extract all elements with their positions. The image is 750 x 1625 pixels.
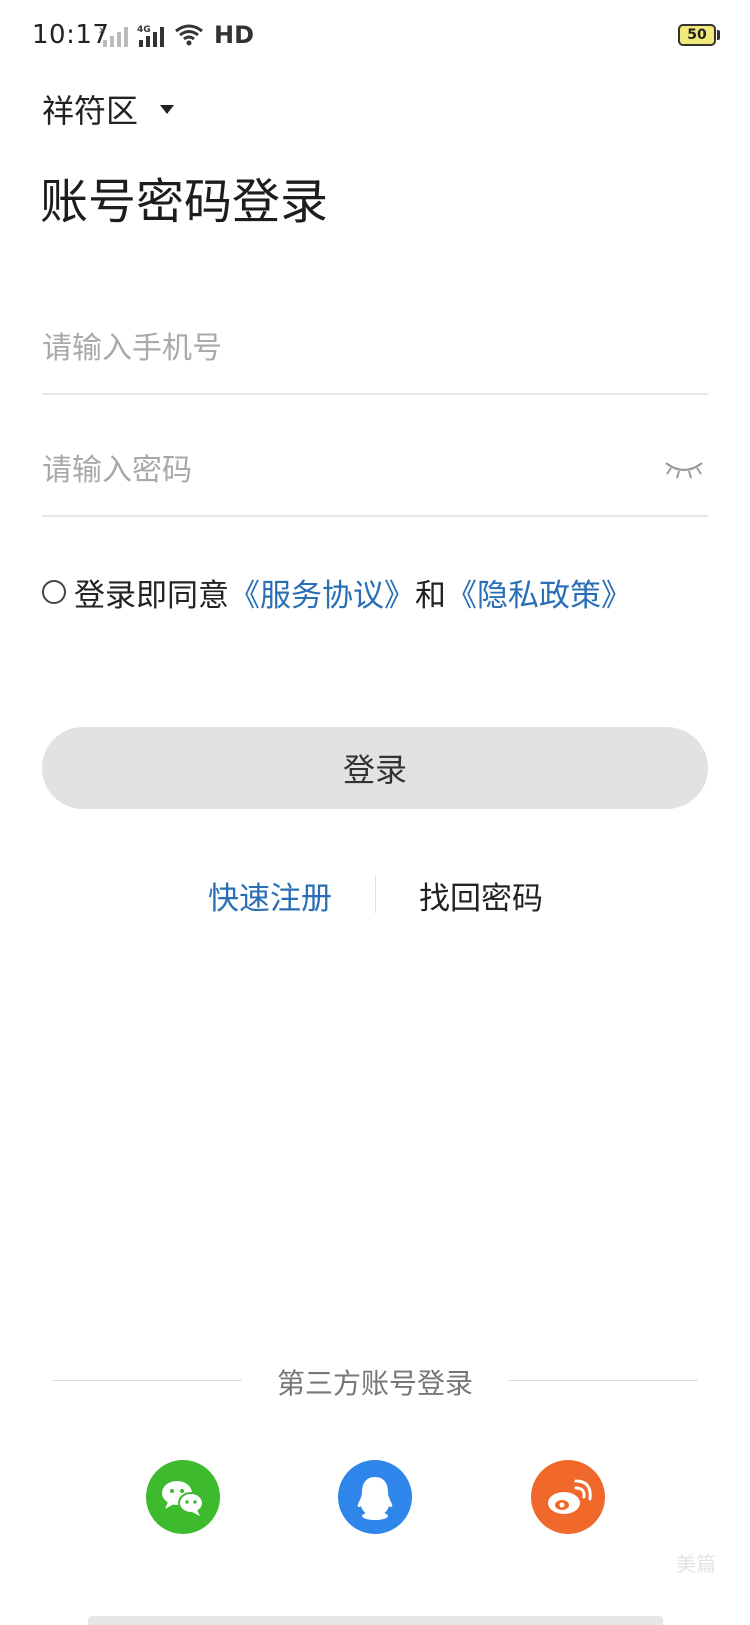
quick-register-link[interactable]: 快速注册 <box>208 873 332 918</box>
signal-1-icon: x <box>99 25 128 47</box>
links-divider <box>375 875 376 913</box>
hd-label: HD <box>214 21 255 49</box>
agreement-row: 登录即同意 《服务协议》 和 《隐私政策》 <box>42 570 632 614</box>
service-agreement-link[interactable]: 《服务协议》 <box>229 570 415 615</box>
watermark: 美篇 <box>676 1552 716 1576</box>
divider-right <box>508 1380 698 1381</box>
network-type-label: 4G <box>137 25 151 35</box>
forgot-password-link[interactable]: 找回密码 <box>419 873 543 918</box>
svg-text:x: x <box>99 25 105 36</box>
agreement-and: 和 <box>415 577 446 614</box>
battery-level: 50 <box>687 27 707 43</box>
status-time: 10:17 <box>32 20 110 50</box>
qq-login-button[interactable] <box>338 1460 412 1534</box>
phone-input[interactable] <box>42 305 622 391</box>
caret-down-icon <box>160 104 175 114</box>
eye-closed-icon[interactable] <box>662 457 706 481</box>
region-selector[interactable]: 祥符区 <box>42 86 175 132</box>
status-bar: 10:17 x 4G HD 50 <box>0 0 750 76</box>
home-indicator <box>88 1616 663 1625</box>
agreement-checkbox[interactable] <box>42 580 66 604</box>
third-party-title: 第三方账号登录 <box>276 1367 473 1400</box>
weibo-icon <box>548 1479 592 1514</box>
region-label: 祥符区 <box>42 92 139 130</box>
signal-2-icon: 4G <box>137 25 164 47</box>
password-field <box>42 427 708 517</box>
weibo-login-button[interactable] <box>531 1460 605 1534</box>
wifi-icon <box>175 24 203 46</box>
password-input[interactable] <box>42 427 622 513</box>
page-title: 账号密码登录 <box>40 174 329 230</box>
wechat-icon <box>162 1481 204 1516</box>
wechat-login-button[interactable] <box>146 1460 220 1534</box>
phone-field <box>42 305 708 395</box>
battery-icon: 50 <box>678 24 716 46</box>
agreement-prefix: 登录即同意 <box>74 577 229 614</box>
login-button[interactable]: 登录 <box>42 727 708 809</box>
privacy-policy-link[interactable]: 《隐私政策》 <box>446 570 632 615</box>
battery-cap <box>717 30 720 40</box>
qq-icon <box>357 1477 393 1520</box>
